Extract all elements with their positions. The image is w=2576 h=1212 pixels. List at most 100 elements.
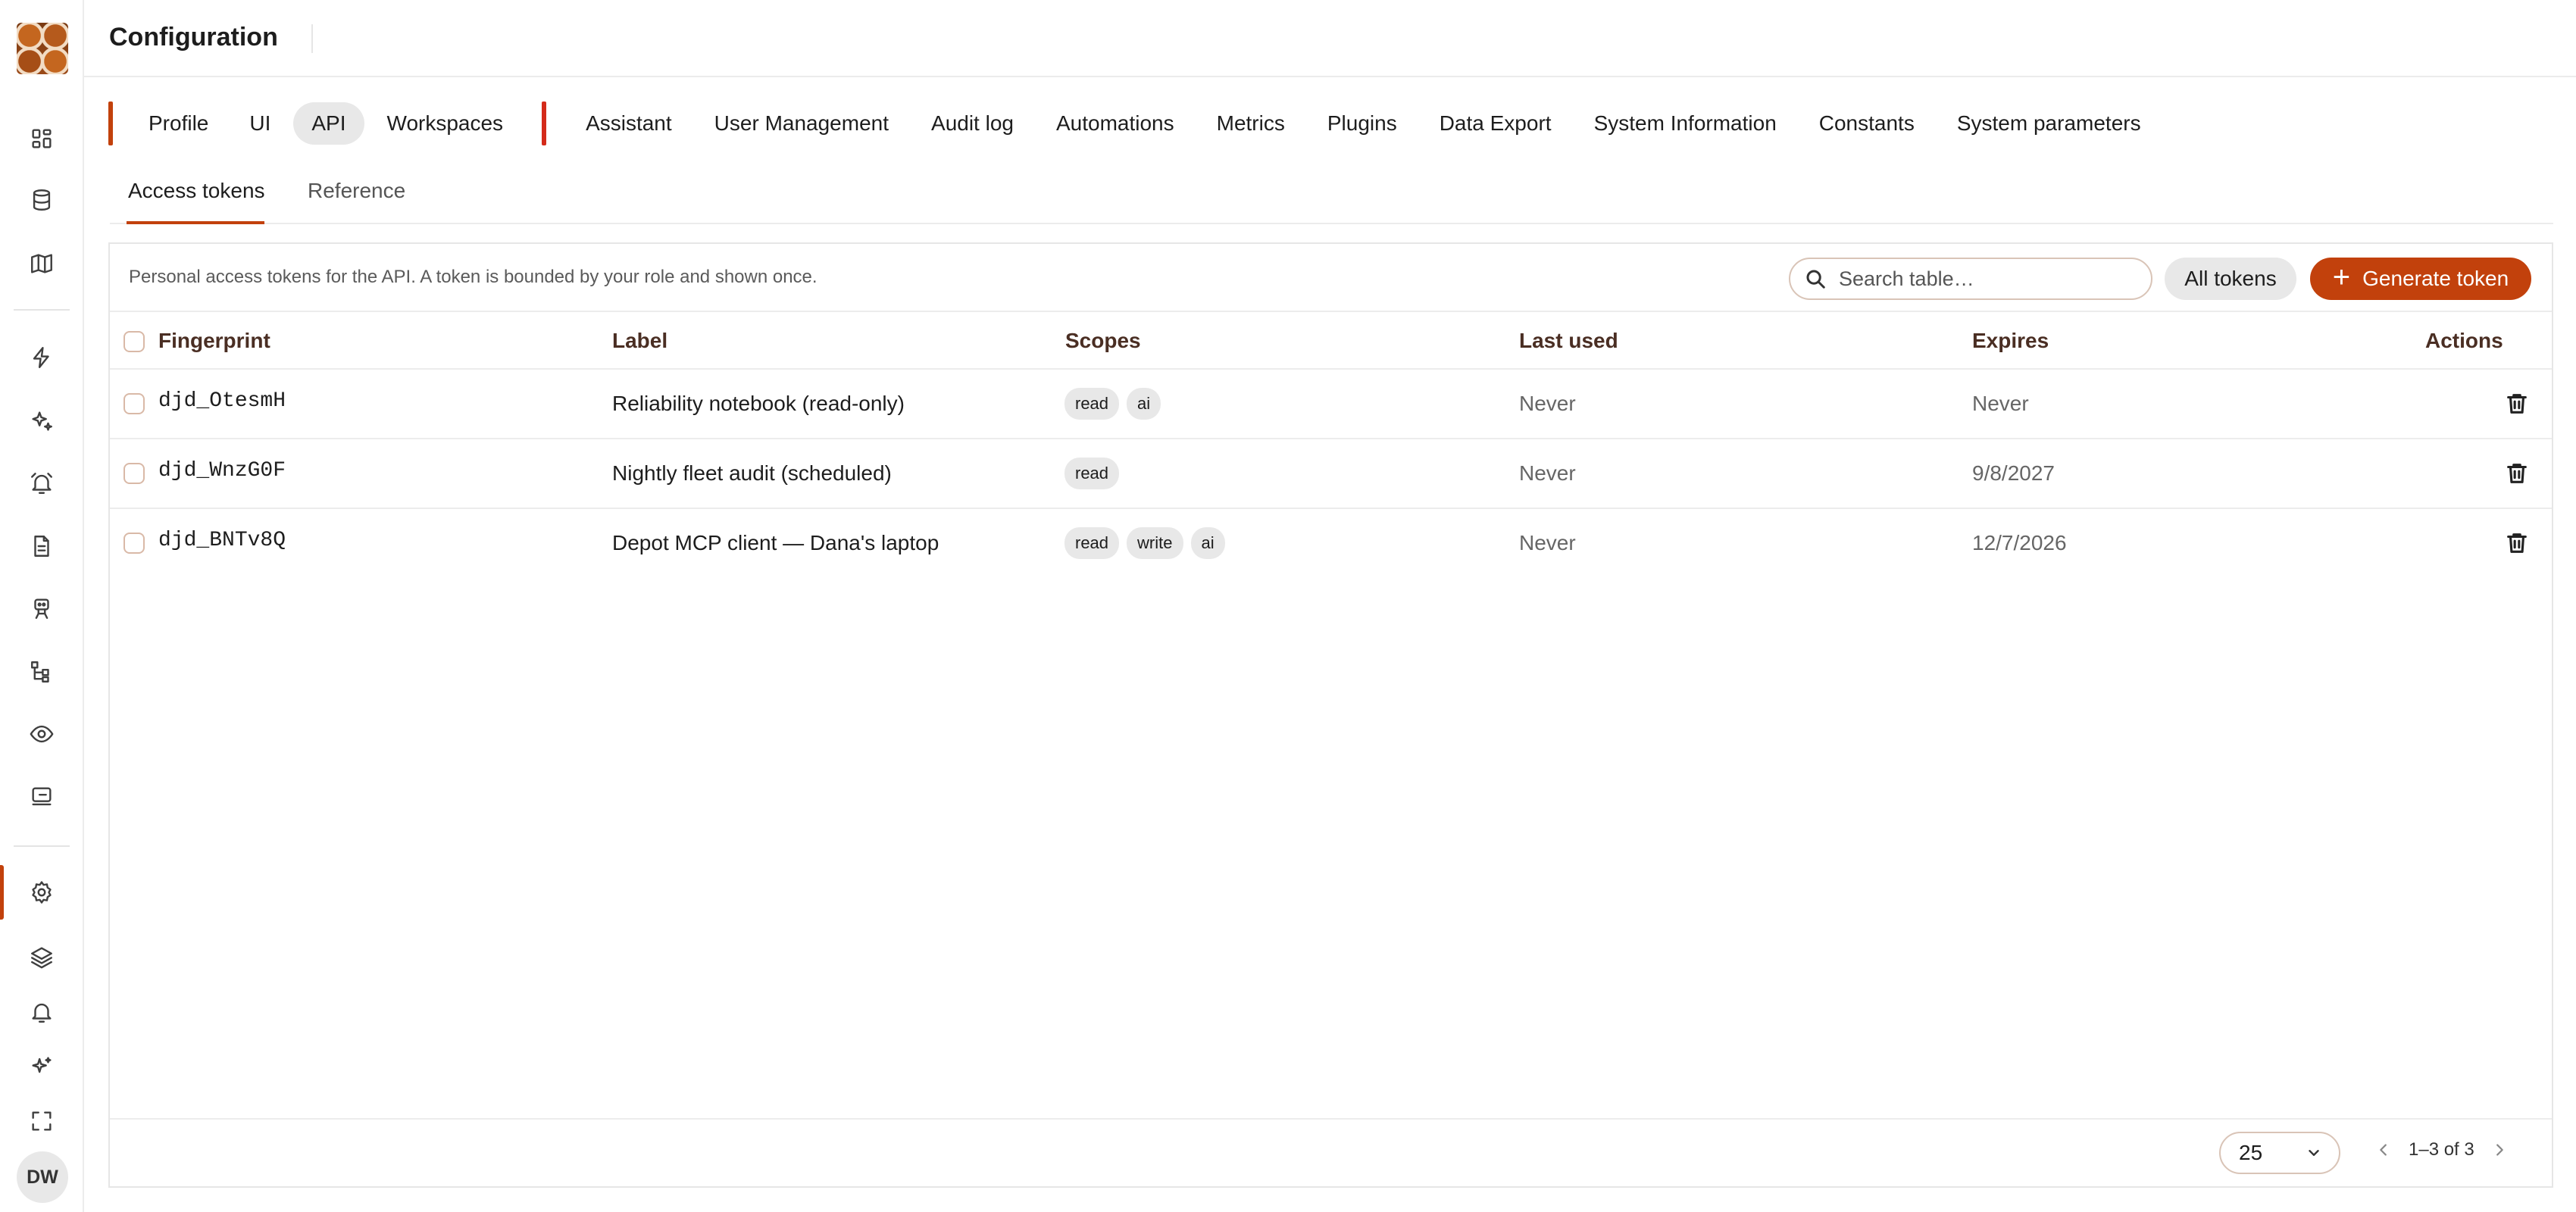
database-icon[interactable] (26, 184, 58, 216)
token-label: Reliability notebook (read-only) (612, 392, 905, 415)
table-footer: 25 1–3 of 3 (110, 1118, 2552, 1186)
sidebar-divider (14, 309, 70, 311)
generate-token-button[interactable]: + Generate token (2310, 258, 2531, 300)
page-size-select[interactable]: 25 (2219, 1132, 2340, 1174)
scope-chip: ai (1127, 388, 1161, 420)
scope-chip: read (1064, 388, 1120, 420)
token-expires: 12/7/2026 (1972, 531, 2067, 554)
search-input[interactable] (1839, 267, 2142, 291)
token-fingerprint: djd_OtesmH (158, 389, 286, 413)
tab-audit-log[interactable]: Audit log (916, 102, 1029, 145)
page-header: Configuration (84, 0, 2576, 77)
row-checkbox[interactable] (123, 463, 145, 484)
column-header-expires[interactable]: Expires (1972, 329, 2049, 353)
tab-group-marker (108, 102, 113, 145)
delete-token-button[interactable] (2504, 530, 2530, 556)
tab-user-management[interactable]: User Management (699, 102, 904, 145)
dashboard-icon[interactable] (26, 123, 58, 155)
scope-chip: ai (1190, 527, 1225, 559)
chevron-down-icon (2309, 1150, 2319, 1156)
tokens-table-card: Personal access tokens for the API. A to… (108, 242, 2553, 1188)
lightning-icon[interactable] (26, 342, 58, 373)
select-all-checkbox[interactable] (123, 331, 145, 352)
token-fingerprint: djd_BNTv8Q (158, 529, 286, 552)
table-row[interactable]: djd_OtesmH Reliability notebook (read-on… (110, 371, 2552, 439)
search-icon (1806, 270, 1825, 289)
search-field[interactable] (1789, 258, 2152, 300)
tab-system-information[interactable]: System Information (1579, 102, 1792, 145)
title-divider (311, 24, 313, 53)
trash-icon (2507, 394, 2527, 414)
tab-api[interactable]: API (293, 102, 364, 145)
document-icon[interactable] (26, 530, 58, 562)
delete-token-button[interactable] (2504, 461, 2530, 486)
tab-automations[interactable]: Automations (1041, 102, 1190, 145)
page-size-value: 25 (2239, 1141, 2263, 1164)
chevron-left-icon[interactable] (2375, 1142, 2392, 1158)
tab-plugins[interactable]: Plugins (1312, 102, 1412, 145)
column-header-scopes[interactable]: Scopes (1065, 329, 1141, 353)
row-checkbox[interactable] (123, 533, 145, 554)
map-icon[interactable] (26, 248, 58, 280)
plus-icon: + (2332, 261, 2351, 294)
alarm-icon[interactable] (26, 467, 58, 499)
subtab-access-tokens[interactable]: Access tokens (128, 179, 265, 203)
avatar[interactable]: DW (17, 1151, 68, 1203)
fullscreen-icon[interactable] (26, 1105, 58, 1137)
tab-assistant[interactable]: Assistant (571, 102, 687, 145)
gear-icon[interactable] (26, 876, 58, 908)
token-scopes: read write ai (1064, 527, 1225, 559)
page-title: Configuration (109, 23, 278, 52)
chevron-right-icon[interactable] (2491, 1142, 2508, 1158)
scope-chip: read (1064, 458, 1120, 489)
tab-ui[interactable]: UI (231, 102, 289, 145)
generate-token-label: Generate token (2362, 267, 2509, 290)
layers-icon[interactable] (26, 941, 58, 973)
tab-data-export[interactable]: Data Export (1424, 102, 1567, 145)
token-expires: 9/8/2027 (1972, 461, 2055, 485)
column-header-fingerprint[interactable]: Fingerprint (158, 329, 270, 353)
column-header-last-used[interactable]: Last used (1519, 329, 1618, 353)
token-scopes: read ai (1064, 388, 1161, 420)
table-row[interactable]: djd_WnzG0F Nightly fleet audit (schedule… (110, 441, 2552, 509)
table-header: Fingerprint Label Scopes Last used Expir… (110, 314, 2552, 370)
delete-token-button[interactable] (2504, 391, 2530, 417)
sidebar-divider (14, 845, 70, 847)
hierarchy-icon[interactable] (26, 656, 58, 688)
table-toolbar: Personal access tokens for the API. A to… (110, 244, 2552, 312)
row-checkbox[interactable] (123, 393, 145, 414)
tab-group-primary: Profile UI API Workspaces (128, 102, 524, 145)
column-header-label[interactable]: Label (612, 329, 667, 353)
ai-sparkle-icon[interactable] (26, 1051, 58, 1082)
tab-workspaces[interactable]: Workspaces (369, 102, 522, 145)
tab-system-parameters[interactable]: System parameters (1942, 102, 2156, 145)
api-subtabs: Access tokens Reference (110, 176, 2553, 224)
sidebar: DW (0, 0, 84, 1212)
tab-constants[interactable]: Constants (1804, 102, 1930, 145)
table-row[interactable]: djd_BNTv8Q Depot MCP client — Dana's lap… (110, 511, 2552, 579)
filter-all-tokens-button[interactable]: All tokens (2165, 258, 2296, 300)
trash-icon (2507, 533, 2527, 553)
token-last-used: Never (1519, 461, 1576, 485)
tab-group-admin: Assistant User Management Audit log Auto… (564, 102, 2162, 145)
token-last-used: Never (1519, 531, 1576, 554)
token-label: Depot MCP client — Dana's laptop (612, 531, 939, 554)
eye-icon[interactable] (26, 718, 58, 750)
subtab-reference[interactable]: Reference (308, 179, 405, 203)
table-description: Personal access tokens for the API. A to… (129, 267, 818, 287)
monitor-icon[interactable] (26, 781, 58, 813)
sparkles-icon[interactable] (26, 405, 58, 437)
tab-metrics[interactable]: Metrics (1202, 102, 1300, 145)
scope-chip: read (1064, 527, 1120, 559)
bell-icon[interactable] (26, 996, 58, 1028)
tab-profile[interactable]: Profile (130, 102, 227, 145)
app-logo[interactable] (17, 23, 68, 74)
tab-group-marker (542, 102, 547, 145)
token-scopes: read (1064, 458, 1120, 489)
trash-icon (2507, 464, 2527, 483)
sidebar-active-indicator (0, 865, 4, 920)
token-expires: Never (1972, 392, 2029, 415)
robot-icon[interactable] (26, 592, 58, 624)
config-tabs: Profile UI API Workspaces Assistant User… (108, 102, 2162, 145)
pagination-range: 1–3 of 3 (2409, 1139, 2474, 1160)
